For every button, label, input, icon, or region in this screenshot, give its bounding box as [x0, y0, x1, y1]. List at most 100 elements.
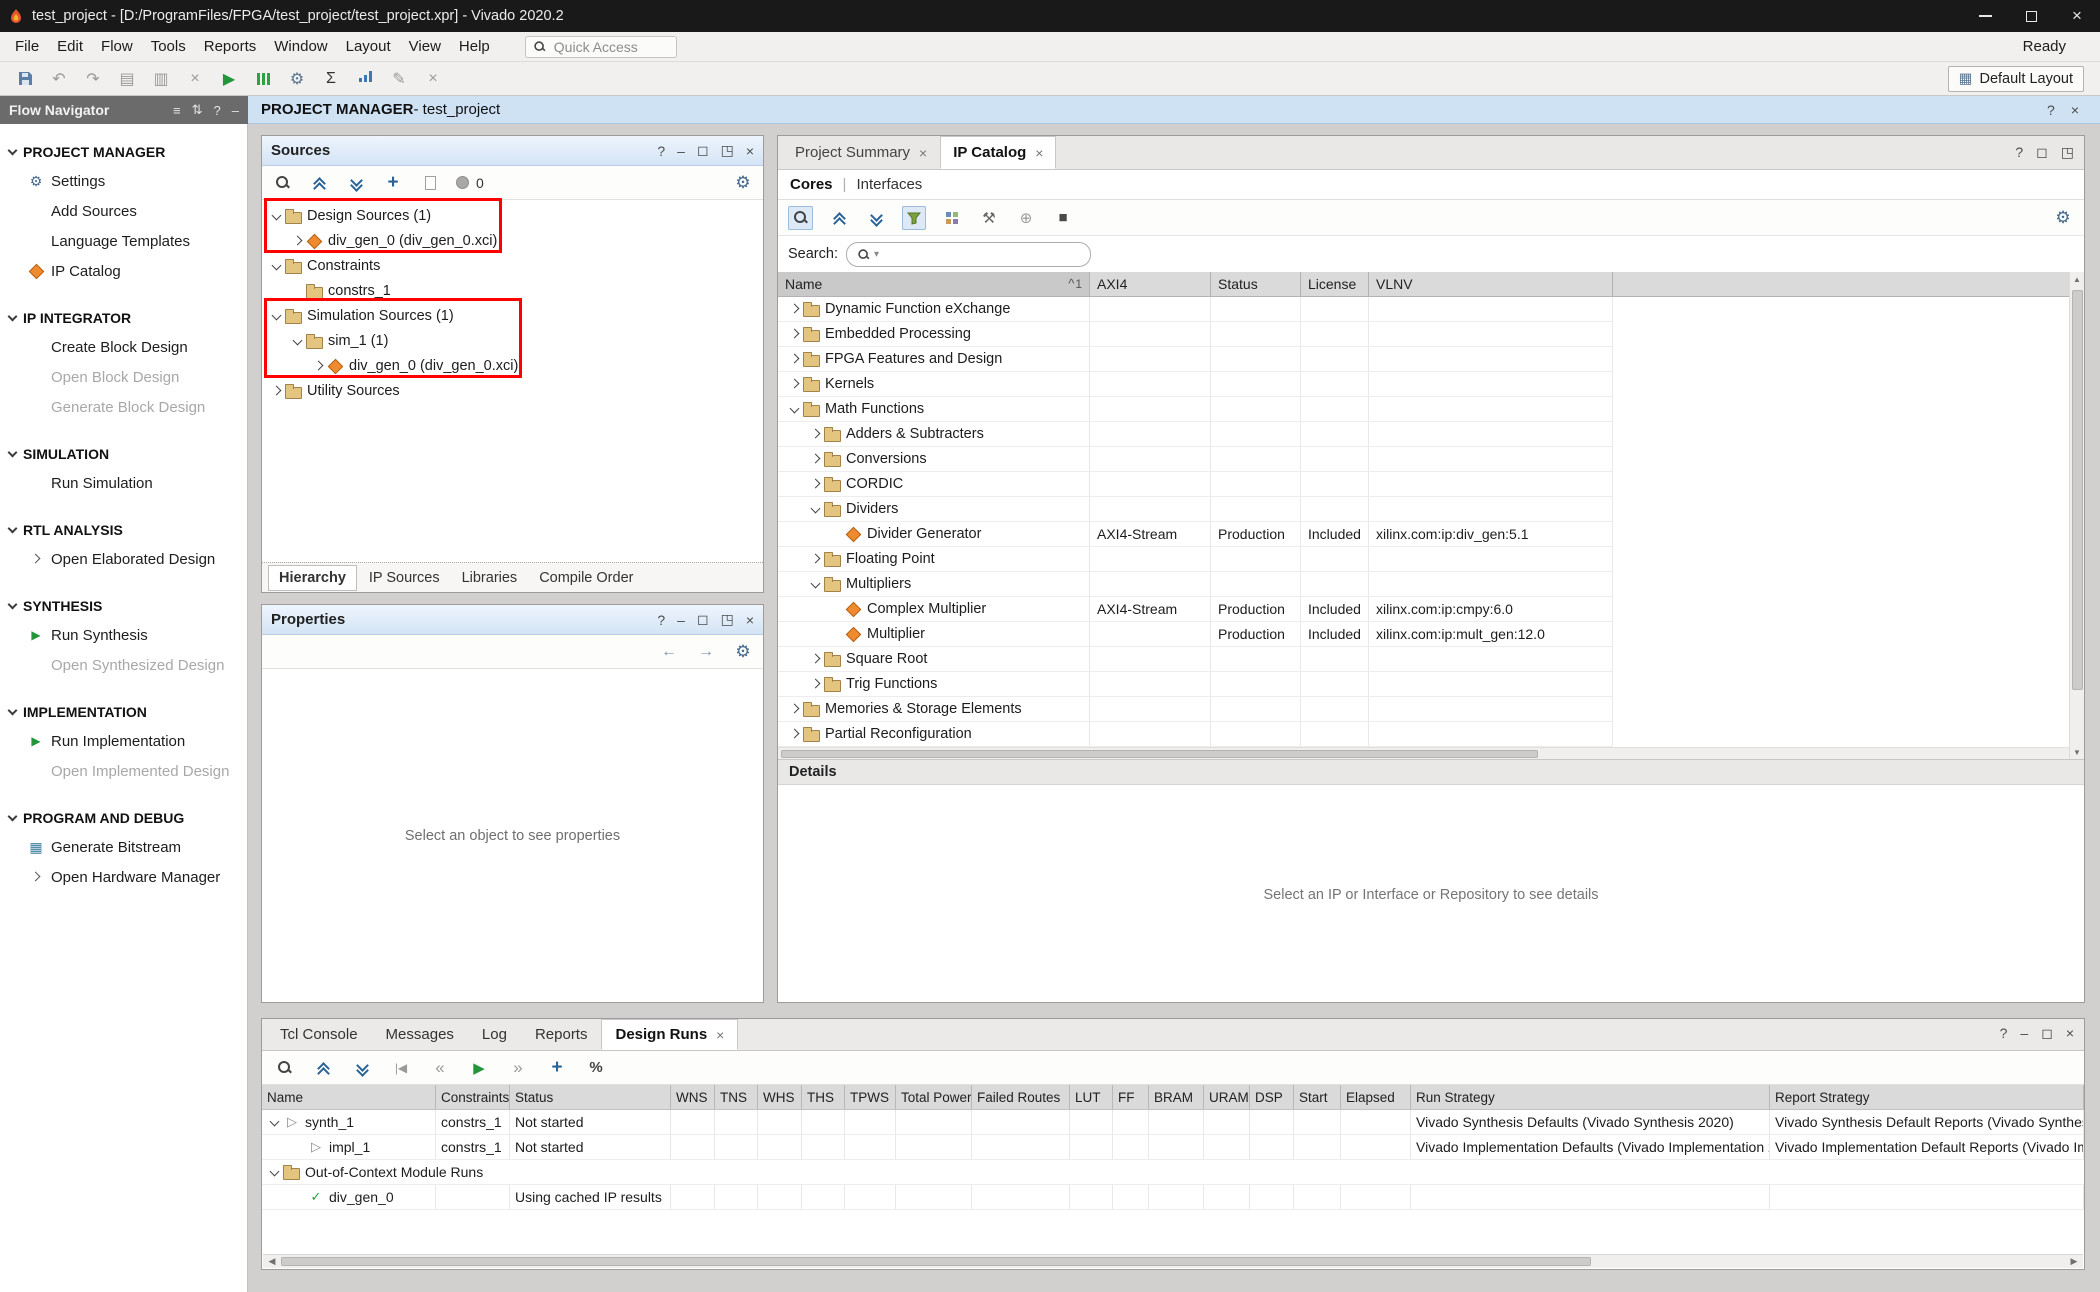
flow-nav-section-header[interactable]: IP INTEGRATOR [0, 304, 247, 332]
column-header[interactable]: DSP [1250, 1085, 1294, 1109]
expander-icon[interactable] [289, 233, 305, 249]
column-header[interactable]: Run Strategy [1411, 1085, 1770, 1109]
tree-row[interactable]: div_gen_0 (div_gen_0.xci) [262, 353, 763, 378]
gear-icon[interactable]: ⚙ [732, 640, 754, 664]
maximize-icon[interactable]: ◻ [2036, 144, 2048, 161]
maximize-icon[interactable]: ◻ [697, 611, 709, 628]
ip-catalog-row[interactable]: Dividers [778, 497, 1613, 522]
ip-catalog-row[interactable]: Complex Multiplier AXI4-Stream Productio… [778, 597, 1613, 622]
tab-ip-catalog[interactable]: IP Catalog × [940, 136, 1056, 169]
sources-view-tab[interactable]: Hierarchy [268, 565, 357, 591]
help-icon[interactable]: ? [2047, 102, 2055, 118]
subtab-cores[interactable]: Cores [790, 176, 833, 193]
sources-view-tab[interactable]: IP Sources [359, 566, 450, 590]
maximize-icon[interactable]: ◻ [697, 142, 709, 159]
float-icon[interactable]: ◳ [721, 611, 734, 628]
float-icon[interactable]: ◳ [721, 142, 734, 159]
flow-nav-item[interactable]: Generate Bitstream [0, 832, 247, 862]
flow-nav-item[interactable]: Open Elaborated Design [0, 544, 247, 574]
column-header-axi4[interactable]: AXI4 [1090, 272, 1211, 296]
flow-nav-item[interactable]: Run Synthesis [0, 620, 247, 650]
tree-row[interactable]: constrs_1 [262, 278, 763, 303]
expander-icon[interactable] [807, 576, 823, 592]
collapse-all-icon[interactable] [312, 1056, 334, 1080]
column-header[interactable]: WNS [671, 1085, 715, 1109]
flow-nav-section-header[interactable]: SYNTHESIS [0, 592, 247, 620]
percentage-icon[interactable]: % [585, 1056, 607, 1080]
expander-icon[interactable] [786, 376, 802, 392]
chevrons-right-icon[interactable]: » [507, 1056, 529, 1080]
flow-nav-item[interactable]: Run Implementation [0, 726, 247, 756]
column-header-vlnv[interactable]: VLNV [1369, 272, 1613, 296]
ip-search-box[interactable]: ▾ [846, 242, 1091, 267]
column-header[interactable]: Report Strategy [1770, 1085, 2084, 1109]
minimize-icon[interactable]: – [2020, 1025, 2028, 1042]
flow-nav-item[interactable]: Add Sources [0, 196, 247, 226]
collapse-all-icon[interactable] [828, 206, 850, 230]
flow-nav-item[interactable]: Open Hardware Manager [0, 862, 247, 892]
group-icon[interactable] [941, 206, 963, 230]
copy-icon[interactable]: ▤ [110, 64, 144, 94]
forward-icon[interactable]: → [695, 640, 717, 664]
maximize-icon[interactable] [2008, 0, 2054, 32]
tree-row[interactable]: Simulation Sources (1) [262, 303, 763, 328]
subtab-interfaces[interactable]: Interfaces [856, 176, 922, 193]
flow-nav-section-header[interactable]: SIMULATION [0, 440, 247, 468]
console-tab[interactable]: Design Runs × [601, 1019, 738, 1050]
tree-row[interactable]: Constraints [262, 253, 763, 278]
tree-row[interactable]: div_gen_0 (div_gen_0.xci) [262, 228, 763, 253]
scroll-right-icon[interactable]: ▶ [2065, 1256, 2083, 1267]
console-tab[interactable]: Tcl Console × [266, 1019, 372, 1050]
design-run-row[interactable]: Out-of-Context Module Runs [262, 1160, 2084, 1185]
design-run-row[interactable]: ▷ synth_1 constrs_1 Not started Vivado S… [262, 1110, 2084, 1135]
column-header-license[interactable]: License [1301, 272, 1369, 296]
tree-row[interactable]: Design Sources (1) [262, 203, 763, 228]
menu-item[interactable]: Reports [195, 32, 266, 61]
minimize-icon[interactable] [1962, 0, 2008, 32]
ip-catalog-row[interactable]: Dynamic Function eXchange [778, 297, 1613, 322]
ip-catalog-row[interactable]: Partial Reconfiguration [778, 722, 1613, 747]
sources-view-tab[interactable]: Libraries [452, 566, 528, 590]
column-header[interactable]: TNS [715, 1085, 758, 1109]
search-icon[interactable] [271, 171, 293, 195]
close-icon[interactable]: × [2054, 0, 2100, 32]
ip-search-input[interactable] [882, 246, 1081, 262]
expander-icon[interactable] [807, 551, 823, 567]
ip-catalog-row[interactable]: Memories & Storage Elements [778, 697, 1613, 722]
expander-icon[interactable] [807, 676, 823, 692]
column-header-name[interactable]: Name ^1 [778, 272, 1090, 296]
console-tab[interactable]: Log × [468, 1019, 521, 1050]
expander-icon[interactable] [268, 383, 284, 399]
scrollbar-thumb[interactable] [2072, 290, 2083, 690]
delete-icon[interactable]: × [178, 64, 212, 94]
expander-icon[interactable] [268, 258, 284, 274]
column-header[interactable]: Total Power [896, 1085, 972, 1109]
help-icon[interactable]: ? [2015, 144, 2023, 161]
menu-item[interactable]: Help [450, 32, 499, 61]
horizontal-scrollbar[interactable]: ◀ ▶ [263, 1254, 2083, 1268]
column-header[interactable]: BRAM [1149, 1085, 1204, 1109]
scrollbar-thumb[interactable] [781, 750, 1538, 758]
ip-catalog-row[interactable]: CORDIC [778, 472, 1613, 497]
gear-icon[interactable]: ⚙ [732, 171, 754, 195]
expander-icon[interactable] [786, 401, 802, 417]
launch-runs-icon[interactable]: ▶ [468, 1056, 490, 1080]
flow-nav-item[interactable]: Language Templates [0, 226, 247, 256]
collapse-all-icon[interactable] [308, 171, 330, 195]
expander-icon[interactable] [268, 208, 284, 224]
close-icon[interactable]: × [1035, 145, 1043, 161]
menu-item[interactable]: Edit [48, 32, 92, 61]
square-icon[interactable]: ■ [1052, 206, 1074, 230]
column-header[interactable]: Name [262, 1085, 436, 1109]
redo-icon[interactable]: ↷ [76, 64, 110, 94]
save-icon[interactable] [8, 64, 42, 94]
chart-icon[interactable] [348, 64, 382, 94]
close-icon[interactable]: × [2066, 1025, 2074, 1042]
expand-collapse-icon[interactable]: ⇅ [192, 102, 203, 118]
clear-icon[interactable]: × [416, 64, 450, 94]
close-icon[interactable]: × [919, 145, 927, 161]
search-icon[interactable] [273, 1056, 295, 1080]
flow-nav-section-header[interactable]: PROJECT MANAGER [0, 138, 247, 166]
flow-nav-section-header[interactable]: PROGRAM AND DEBUG [0, 804, 247, 832]
flow-nav-item[interactable]: Create Block Design [0, 332, 247, 362]
